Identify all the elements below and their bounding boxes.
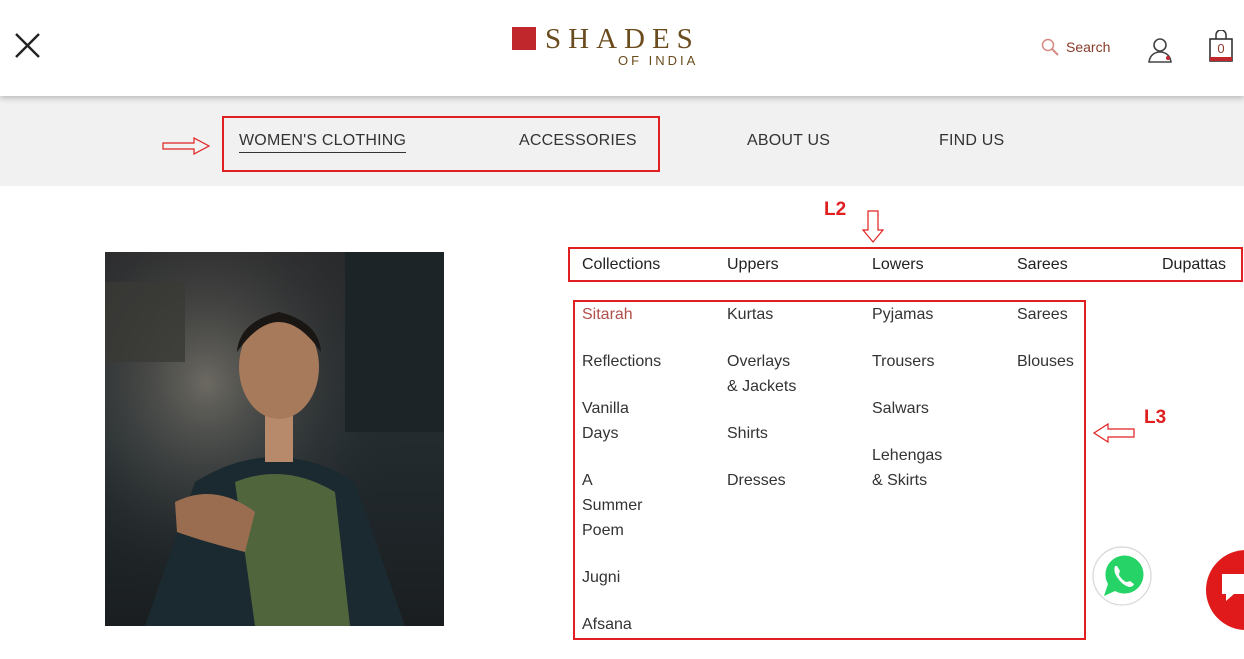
- subcategory-item[interactable]: Lehengas & Skirts: [872, 443, 947, 493]
- subcategory-list-collections: Sitarah Reflections Vanilla Days A Summe…: [582, 302, 677, 659]
- subcategory-list-sarees: Sarees Blouses: [1017, 302, 1083, 396]
- nav-about-us[interactable]: ABOUT US: [747, 132, 830, 150]
- category-lowers[interactable]: Lowers: [872, 256, 924, 274]
- nav-find-us[interactable]: FIND US: [939, 132, 1004, 150]
- subcategory-item[interactable]: Sitarah: [582, 302, 677, 327]
- subcategory-list-lowers: Pyjamas Trousers Salwars Lehengas & Skir…: [872, 302, 1007, 515]
- whatsapp-button[interactable]: [1090, 544, 1154, 608]
- annotation-arrow-left-icon: [1092, 422, 1135, 444]
- brand-subtitle: OF INDIA: [618, 53, 699, 68]
- chat-button[interactable]: [1206, 550, 1244, 630]
- annotation-l3-label: L3: [1144, 407, 1167, 428]
- subcategory-item[interactable]: Jugni: [582, 565, 677, 590]
- subcategory-item[interactable]: Shirts: [727, 421, 862, 446]
- subcategory-item[interactable]: Dresses: [727, 468, 862, 493]
- subcategory-item[interactable]: Pyjamas: [872, 302, 1007, 327]
- brand-name: SHADES: [545, 23, 700, 55]
- chat-bubble-icon: [1222, 574, 1244, 601]
- logo-mark: [512, 27, 536, 50]
- close-icon[interactable]: [14, 32, 41, 59]
- subcategory-item[interactable]: Reflections: [582, 349, 677, 374]
- subcategory-item[interactable]: Trousers: [872, 349, 1007, 374]
- category-sarees[interactable]: Sarees: [1017, 256, 1068, 274]
- hero-image[interactable]: [105, 252, 444, 626]
- annotation-arrow-right-icon: [162, 137, 211, 155]
- subcategory-item[interactable]: Sarees: [1017, 302, 1083, 327]
- cart-button[interactable]: 0: [1208, 29, 1234, 63]
- subcategory-item[interactable]: Vanilla Days: [582, 396, 642, 446]
- account-icon[interactable]: [1148, 36, 1174, 63]
- subcategory-item[interactable]: Blouses: [1017, 349, 1083, 374]
- category-uppers[interactable]: Uppers: [727, 256, 779, 274]
- site-header: SHADES OF INDIA Search 0: [0, 0, 1244, 96]
- subcategory-list-uppers: Kurtas Overlays & Jackets Shirts Dresses: [727, 302, 862, 515]
- cart-count: 0: [1217, 41, 1225, 56]
- subcategory-item[interactable]: Salwars: [872, 396, 1007, 421]
- subcategory-item[interactable]: Kurtas: [727, 302, 862, 327]
- subcategory-item[interactable]: Afsana: [582, 612, 677, 637]
- brand-logo[interactable]: SHADES OF INDIA: [512, 23, 712, 70]
- annotation-arrow-down-icon: [861, 210, 885, 243]
- search-icon: [1041, 38, 1059, 56]
- search-label: Search: [1066, 39, 1111, 55]
- whatsapp-icon: [1092, 546, 1152, 606]
- subcategory-item[interactable]: Overlays & Jackets: [727, 349, 797, 399]
- subcategory-item[interactable]: A Summer Poem: [582, 468, 642, 543]
- category-collections[interactable]: Collections: [582, 256, 660, 274]
- annotation-l2-label: L2: [824, 199, 847, 220]
- annotation-box-l1: [222, 116, 660, 172]
- category-dupattas[interactable]: Dupattas: [1162, 256, 1226, 274]
